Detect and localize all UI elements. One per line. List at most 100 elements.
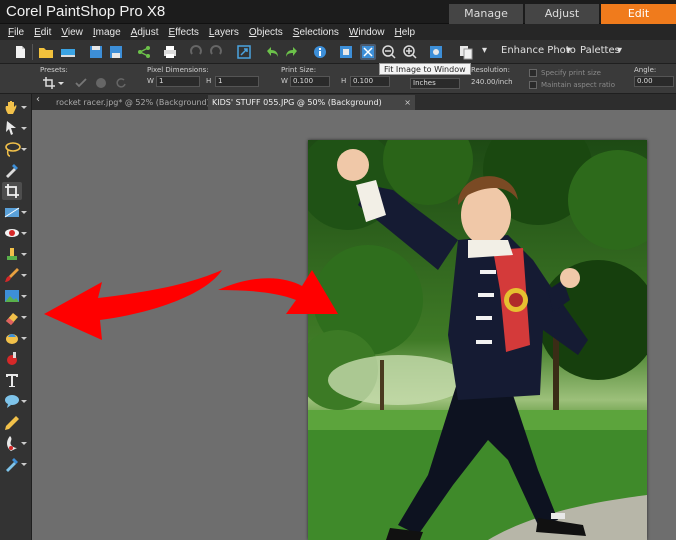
menu-image[interactable]: Image	[93, 27, 121, 38]
undo-button[interactable]	[264, 44, 280, 60]
menu-window[interactable]: Window	[349, 27, 385, 38]
menu-objects[interactable]: Objects	[249, 27, 283, 38]
maintain-aspect-label: Maintain aspect ratio	[541, 81, 615, 89]
overview-button[interactable]	[428, 44, 444, 60]
menu-selections[interactable]: Selections	[293, 27, 339, 38]
dropper-tool[interactable]	[2, 161, 22, 179]
lasso-icon	[5, 142, 21, 157]
units-dropdown[interactable]: Inches	[410, 78, 460, 89]
print-height-input[interactable]: 0.100	[350, 76, 390, 87]
left-arrow-icon	[44, 270, 222, 340]
scanner-icon	[61, 49, 75, 57]
presets-dropdown[interactable]	[42, 76, 64, 90]
dropper-brush-dropdown[interactable]	[21, 463, 27, 466]
pan-tool-dropdown[interactable]	[21, 106, 27, 109]
warp-brush-icon	[7, 436, 17, 451]
preset-shape-tool[interactable]	[2, 392, 22, 410]
clone-tool-dropdown[interactable]	[21, 253, 27, 256]
resize-button[interactable]	[236, 44, 252, 60]
picture-tube-dropdown[interactable]	[21, 295, 27, 298]
pick-tool[interactable]	[2, 119, 22, 137]
save-as-button[interactable]	[108, 44, 124, 60]
enhance-photo-arrow[interactable]: ▾	[566, 45, 571, 56]
menu-effects[interactable]: Effects	[168, 27, 198, 38]
picture-tube-tool[interactable]	[2, 287, 22, 305]
tab-edit[interactable]: Edit	[601, 4, 676, 24]
preset-shape-dropdown[interactable]	[21, 400, 27, 403]
straighten-tool[interactable]	[2, 203, 22, 221]
zoom-in-button[interactable]	[402, 44, 418, 60]
pixel-width-input[interactable]: 1	[156, 76, 200, 87]
apply-button[interactable]	[74, 76, 88, 90]
dropper-brush-tool[interactable]	[2, 455, 22, 473]
palettes-menu[interactable]: Palettes	[580, 45, 620, 56]
tabs-scroll-left-icon[interactable]: ‹	[36, 94, 40, 105]
maintain-aspect-checkbox[interactable]	[529, 81, 537, 89]
fill-tool[interactable]	[2, 329, 22, 347]
brush-tool-dropdown[interactable]	[21, 274, 27, 277]
save-button[interactable]	[88, 44, 104, 60]
menu-edit[interactable]: Edit	[34, 27, 51, 38]
angle-input[interactable]: 0.00	[634, 76, 674, 87]
copy-dropdown-arrow[interactable]: ▾	[482, 45, 487, 56]
copy-button[interactable]	[458, 44, 474, 60]
menu-layers[interactable]: Layers	[209, 27, 239, 38]
menu-adjust[interactable]: Adjust	[131, 27, 159, 38]
menu-file[interactable]: File	[8, 27, 24, 38]
pixel-dimensions-label: Pixel Dimensions:	[147, 66, 209, 74]
warp-brush-tool[interactable]	[2, 434, 22, 452]
app-title: Corel PaintShop Pro X8	[6, 3, 166, 20]
tab-adjust[interactable]: Adjust	[525, 4, 599, 24]
share-button[interactable]	[136, 44, 152, 60]
tool-options-palette: Presets: Pixel Dimensions: W 1 H 1 Print…	[0, 64, 676, 94]
hand-icon	[5, 101, 17, 114]
menu-help[interactable]: Help	[395, 27, 416, 38]
folder-icon	[39, 48, 53, 58]
print-width-input[interactable]: 0.100	[290, 76, 330, 87]
tab-kids-stuff[interactable]: KIDS' STUFF 055.JPG @ 50% (Background) ×	[208, 95, 415, 110]
tab-rocket-racer[interactable]: rocket racer.jpg* @ 52% (Background)	[52, 95, 234, 110]
clone-tool[interactable]	[2, 245, 22, 263]
tab-manage[interactable]: Manage	[449, 4, 523, 24]
eraser-tool[interactable]	[2, 308, 22, 326]
reset-button[interactable]	[114, 76, 128, 90]
tab-label: rocket racer.jpg* @ 52% (Background)	[56, 98, 210, 107]
snap-icon	[96, 78, 106, 88]
new-file-button[interactable]	[12, 44, 28, 60]
info-icon	[314, 46, 326, 58]
red-eye-tool-dropdown[interactable]	[21, 232, 27, 235]
pixel-height-input[interactable]: 1	[215, 76, 259, 87]
info-button[interactable]	[312, 44, 328, 60]
close-tab-icon[interactable]: ×	[404, 95, 411, 110]
print-button[interactable]	[162, 44, 178, 60]
pan-tool[interactable]	[2, 98, 22, 116]
specify-print-size-checkbox[interactable]	[529, 69, 537, 77]
straighten-tool-dropdown[interactable]	[21, 211, 27, 214]
redo-button[interactable]	[284, 44, 300, 60]
menu-label-rest: bjects	[256, 26, 283, 38]
text-tool[interactable]	[2, 371, 22, 389]
lasso-tool[interactable]	[2, 140, 22, 158]
lasso-tool-dropdown[interactable]	[21, 148, 27, 151]
enhance-photo-menu[interactable]: Enhance Photo	[501, 45, 576, 56]
color-changer-tool[interactable]	[2, 350, 22, 368]
image-canvas[interactable]	[308, 140, 647, 540]
snap-button[interactable]	[94, 76, 108, 90]
palettes-arrow[interactable]: ▾	[617, 45, 622, 56]
undo-disabled-button[interactable]	[188, 44, 204, 60]
menu-view[interactable]: View	[61, 27, 83, 38]
fit-image-to-window-button[interactable]	[360, 44, 376, 60]
fill-tool-dropdown[interactable]	[21, 337, 27, 340]
crop-tool[interactable]	[2, 182, 22, 200]
scan-button[interactable]	[60, 44, 76, 60]
pick-tool-dropdown[interactable]	[21, 127, 27, 130]
zoom-out-button[interactable]	[381, 44, 397, 60]
redo-disabled-button[interactable]	[208, 44, 224, 60]
brush-tool[interactable]	[2, 266, 22, 284]
open-button[interactable]	[38, 44, 54, 60]
actual-size-button[interactable]	[338, 44, 354, 60]
pen-tool[interactable]	[2, 413, 22, 431]
warp-brush-dropdown[interactable]	[21, 442, 27, 445]
eraser-tool-dropdown[interactable]	[21, 316, 27, 319]
red-eye-tool[interactable]	[2, 224, 22, 242]
